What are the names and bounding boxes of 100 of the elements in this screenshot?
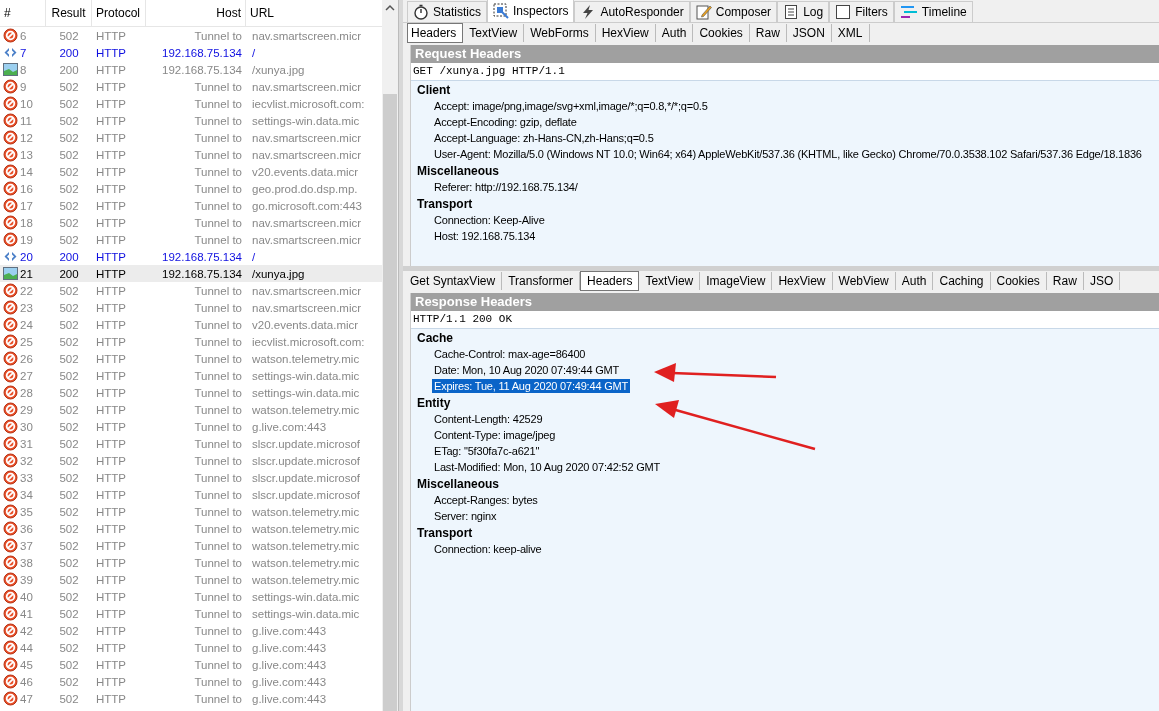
header-entry[interactable]: Accept-Ranges: bytes (432, 493, 540, 507)
tab[interactable]: Get SyntaxView (407, 272, 503, 290)
session-row[interactable]: 28 502 HTTP Tunnel to settings-win.data.mic (0, 384, 382, 401)
header-entry[interactable]: Content-Type: image/jpeg (432, 428, 558, 442)
tab[interactable]: Auth (655, 24, 694, 42)
column-header[interactable]: Host (146, 0, 246, 26)
session-row[interactable]: 34 502 HTTP Tunnel to slscr.update.microsof (0, 486, 382, 503)
tab[interactable]: TextView (463, 24, 525, 42)
session-row[interactable]: 29 502 HTTP Tunnel to watson.telemetry.mic (0, 401, 382, 418)
header-entry[interactable]: Cache-Control: max-age=86400 (432, 347, 588, 361)
session-row[interactable]: 6 502 HTTP Tunnel to nav.smartscreen.micr (0, 27, 382, 44)
header-entry[interactable]: Connection: keep-alive (432, 542, 544, 556)
tab[interactable]: Cookies (990, 272, 1047, 290)
header-entry[interactable]: User-Agent: Mozilla/5.0 (Windows NT 10.0; Win64; x64) AppleWebKit/537.36 (KHTML, like Gecko) Chrome/70.0.3538.102 Safari/537.36 Edge/18.1836 (432, 147, 1144, 161)
tab[interactable]: Headers (407, 23, 464, 43)
header-entry[interactable]: Accept-Language: zh-Hans-CN,zh-Hans;q=0.5 (432, 131, 656, 145)
blocked-icon (3, 589, 18, 604)
session-row[interactable]: 11 502 HTTP Tunnel to settings-win.data.mic (0, 112, 382, 129)
tab[interactable]: TextView (639, 272, 701, 290)
tab[interactable]: Log (777, 1, 830, 22)
session-row[interactable]: 21 200 HTTP 192.168.75.134 /xunya.jpg (0, 265, 382, 282)
tab[interactable]: Caching (933, 272, 991, 290)
tab[interactable]: WebForms (524, 24, 596, 42)
header-entry[interactable]: Last-Modified: Mon, 10 Aug 2020 07:42:52 GMT (432, 460, 662, 474)
column-header[interactable]: Result (46, 0, 92, 26)
session-row[interactable]: 8 200 HTTP 192.168.75.134 /xunya.jpg (0, 61, 382, 78)
session-row[interactable]: 41 502 HTTP Tunnel to settings-win.data.mic (0, 605, 382, 622)
session-row[interactable]: 17 502 HTTP Tunnel to go.microsoft.com:443 (0, 197, 382, 214)
tab[interactable]: AutoResponder (574, 1, 690, 22)
tab[interactable]: HexView (772, 272, 833, 290)
session-row[interactable]: 38 502 HTTP Tunnel to watson.telemetry.mic (0, 554, 382, 571)
header-entry[interactable]: ETag: "5f30fa7c-a621" (432, 444, 542, 458)
session-row[interactable]: 36 502 HTTP Tunnel to watson.telemetry.mic (0, 520, 382, 537)
session-row[interactable]: 42 502 HTTP Tunnel to g.live.com:443 (0, 622, 382, 639)
result-cell-text: 502 (58, 233, 80, 246)
session-row[interactable]: 46 502 HTTP Tunnel to g.live.com:443 (0, 673, 382, 690)
session-row[interactable]: 10 502 HTTP Tunnel to iecvlist.microsoft.com: (0, 95, 382, 112)
session-row[interactable]: 45 502 HTTP Tunnel to g.live.com:443 (0, 656, 382, 673)
session-row[interactable]: 23 502 HTTP Tunnel to nav.smartscreen.micr (0, 299, 382, 316)
tab[interactable]: Timeline (893, 1, 973, 22)
tab[interactable]: Raw (1046, 272, 1084, 290)
session-row[interactable]: 19 502 HTTP Tunnel to nav.smartscreen.micr (0, 231, 382, 248)
session-row[interactable]: 24 502 HTTP Tunnel to v20.events.data.micr (0, 316, 382, 333)
tab[interactable]: JSON (786, 24, 832, 42)
header-entry[interactable]: Date: Mon, 10 Aug 2020 07:49:44 GMT (432, 363, 621, 377)
header-entry[interactable]: Host: 192.168.75.134 (432, 229, 538, 243)
session-row[interactable]: 27 502 HTTP Tunnel to settings-win.data.mic (0, 367, 382, 384)
column-header[interactable]: # (0, 0, 46, 26)
session-row[interactable]: 26 502 HTTP Tunnel to watson.telemetry.mic (0, 350, 382, 367)
session-row[interactable]: 39 502 HTTP Tunnel to watson.telemetry.mic (0, 571, 382, 588)
tab[interactable]: WebView (832, 272, 896, 290)
tab[interactable]: Statistics (407, 1, 487, 22)
session-row[interactable]: 35 502 HTTP Tunnel to watson.telemetry.mic (0, 503, 382, 520)
session-number: 33 (20, 471, 33, 484)
header-entry[interactable]: Connection: Keep-Alive (432, 213, 547, 227)
session-row[interactable]: 9 502 HTTP Tunnel to nav.smartscreen.micr (0, 78, 382, 95)
session-row[interactable]: 44 502 HTTP Tunnel to g.live.com:443 (0, 639, 382, 656)
header-entry[interactable]: Accept: image/png,image/svg+xml,image/*;q=0.8,*/*;q=0.5 (432, 99, 710, 113)
session-row[interactable]: 31 502 HTTP Tunnel to slscr.update.microsof (0, 435, 382, 452)
session-row[interactable]: 22 502 HTTP Tunnel to nav.smartscreen.micr (0, 282, 382, 299)
tab[interactable]: ImageView (700, 272, 773, 290)
tab[interactable]: Inspectors (487, 0, 575, 22)
scrollbar[interactable] (382, 0, 398, 711)
session-row[interactable]: 13 502 HTTP Tunnel to nav.smartscreen.micr (0, 146, 382, 163)
result-cell-text: 502 (58, 199, 80, 212)
header-entry[interactable]: Content-Length: 42529 (432, 412, 545, 426)
tab[interactable]: Filters (829, 1, 894, 22)
url-cell-text: watson.telemetry.mic (251, 505, 361, 518)
session-row[interactable]: 12 502 HTTP Tunnel to nav.smartscreen.micr (0, 129, 382, 146)
tab[interactable]: JSO (1083, 272, 1121, 290)
session-row[interactable]: 16 502 HTTP Tunnel to geo.prod.do.dsp.mp. (0, 180, 382, 197)
session-row[interactable]: 32 502 HTTP Tunnel to slscr.update.microsof (0, 452, 382, 469)
session-row[interactable]: 14 502 HTTP Tunnel to v20.events.data.micr (0, 163, 382, 180)
scroll-thumb[interactable] (383, 93, 397, 711)
header-entry[interactable]: Server: nginx (432, 509, 499, 523)
session-row[interactable]: 33 502 HTTP Tunnel to slscr.update.microsof (0, 469, 382, 486)
session-row[interactable]: 20 200 HTTP 192.168.75.134 / (0, 248, 382, 265)
url-cell-text: watson.telemetry.mic (251, 573, 361, 586)
column-header[interactable]: Protocol (92, 0, 146, 26)
header-entry[interactable]: Referer: http://192.168.75.134/ (432, 180, 580, 194)
header-entry[interactable]: Accept-Encoding: gzip, deflate (432, 115, 579, 129)
column-header[interactable]: URL (246, 0, 382, 26)
session-row[interactable]: 40 502 HTTP Tunnel to settings-win.data.mic (0, 588, 382, 605)
session-row[interactable]: 18 502 HTTP Tunnel to nav.smartscreen.micr (0, 214, 382, 231)
tab[interactable]: Composer (689, 1, 778, 22)
tab[interactable]: HexView (595, 24, 656, 42)
protocol-cell-text: HTTP (95, 471, 128, 484)
session-row[interactable]: 30 502 HTTP Tunnel to g.live.com:443 (0, 418, 382, 435)
tab[interactable]: Auth (895, 272, 934, 290)
session-row[interactable]: 25 502 HTTP Tunnel to iecvlist.microsoft.com: (0, 333, 382, 350)
session-row[interactable]: 37 502 HTTP Tunnel to watson.telemetry.mic (0, 537, 382, 554)
tab[interactable]: Headers (580, 271, 640, 291)
tab[interactable]: XML (831, 24, 870, 42)
protocol-cell-text: HTTP (95, 573, 128, 586)
tab[interactable]: Cookies (693, 24, 750, 42)
result-cell-text: 502 (58, 216, 80, 229)
session-row[interactable]: 47 502 HTTP Tunnel to g.live.com:443 (0, 690, 382, 707)
header-entry[interactable]: Expires: Tue, 11 Aug 2020 07:49:44 GMT (432, 379, 630, 393)
session-row[interactable]: 7 200 HTTP 192.168.75.134 / (0, 44, 382, 61)
tab[interactable]: Raw (749, 24, 787, 42)
